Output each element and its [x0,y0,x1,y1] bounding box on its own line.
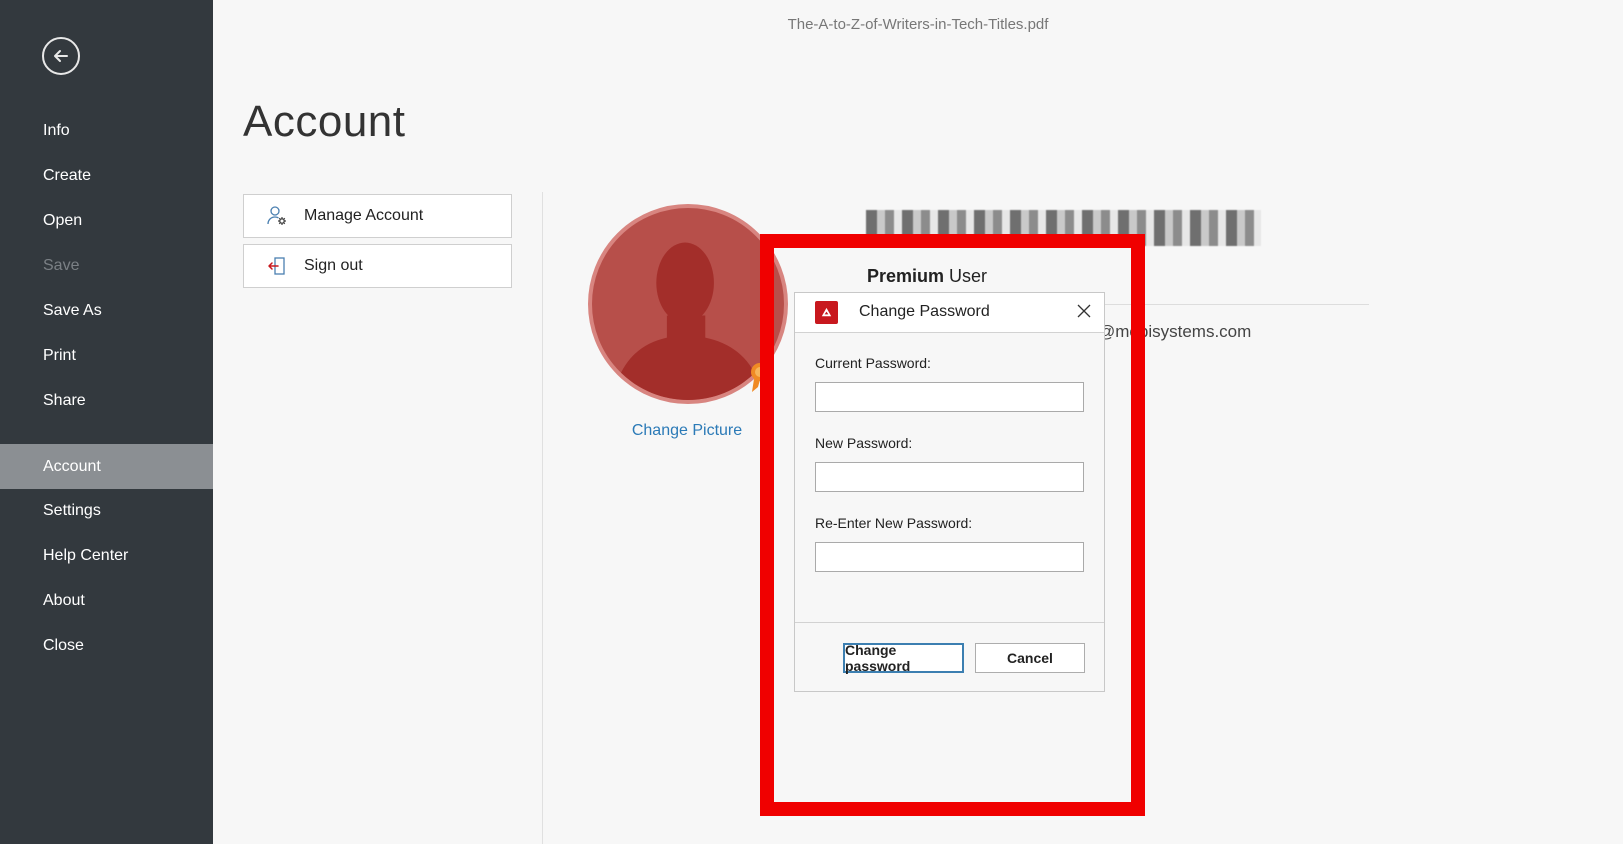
cancel-button[interactable]: Cancel [975,643,1085,673]
sidebar-item-print[interactable]: Print [0,334,213,378]
change-password-dialog: Change Password Current Password: New Pa… [794,292,1105,692]
user-email: @mobisystems.com [1098,322,1252,341]
sign-out-button[interactable]: Sign out [243,244,512,288]
user-name-redacted [866,210,1261,246]
sidebar-item-label: Close [43,637,84,654]
sidebar-item-label: Create [43,167,92,184]
current-password-input[interactable] [815,382,1084,412]
reenter-password-input[interactable] [815,542,1084,572]
sidebar-item-label: Save As [43,302,102,319]
sidebar-item-label: Save [43,257,80,274]
sidebar-item-close[interactable]: Close [0,624,213,668]
arrow-left-icon [54,50,68,62]
sidebar-item-label: Help Center [43,547,129,564]
sidebar-item-create[interactable]: Create [0,154,213,198]
sidebar-item-label: Share [43,392,86,409]
close-button[interactable] [1074,301,1094,321]
reenter-password-label: Re-Enter New Password: [815,515,973,531]
sidebar-item-info[interactable]: Info [0,109,213,153]
sidebar-item-save-as[interactable]: Save As [0,289,213,333]
sidebar-item-label: Settings [43,502,101,519]
sidebar-item-label: About [43,592,85,609]
sidebar-item-label: Print [43,347,76,364]
current-password-label: Current Password: [815,355,931,371]
sidebar-item-about[interactable]: About [0,579,213,623]
manage-account-button[interactable]: Manage Account [243,194,512,238]
sidebar-item-label: Account [43,457,101,475]
close-icon [1077,304,1091,318]
back-button[interactable] [42,37,80,75]
change-password-button[interactable]: Change password [843,642,964,674]
change-picture-link[interactable]: Change Picture [612,422,762,440]
sidebar-item-share[interactable]: Share [0,379,213,423]
sidebar-item-account[interactable]: Account [0,444,213,489]
premium-badge-icon [751,363,769,392]
plan-label: Premium User [867,266,987,287]
sidebar-item-open[interactable]: Open [0,199,213,243]
plan-suffix: User [944,266,988,286]
user-gear-icon [266,205,288,227]
dialog-header: Change Password [795,293,1104,333]
sign-out-label: Sign out [304,257,363,274]
dialog-title: Change Password [859,303,990,320]
new-password-label: New Password: [815,435,913,451]
sidebar-item-settings[interactable]: Settings [0,489,213,533]
sign-out-icon [266,255,288,277]
sidebar-item-label: Open [43,212,83,229]
manage-account-label: Manage Account [304,207,424,224]
sidebar-item-save: Save [0,244,213,288]
document-title: The-A-to-Z-of-Writers-in-Tech-Titles.pdf [787,16,1049,33]
app-window: Info Create Open Save Save As Print Shar… [0,0,1623,844]
app-logo-icon [815,301,838,324]
plan-tier: Premium [867,266,945,286]
sidebar: Info Create Open Save Save As Print Shar… [0,0,213,844]
new-password-input[interactable] [815,462,1084,492]
sidebar-item-label: Info [43,122,70,139]
dialog-footer-divider [795,622,1104,623]
sidebar-item-help-center[interactable]: Help Center [0,534,213,578]
page-title: Account [243,97,406,146]
column-divider [542,192,543,844]
